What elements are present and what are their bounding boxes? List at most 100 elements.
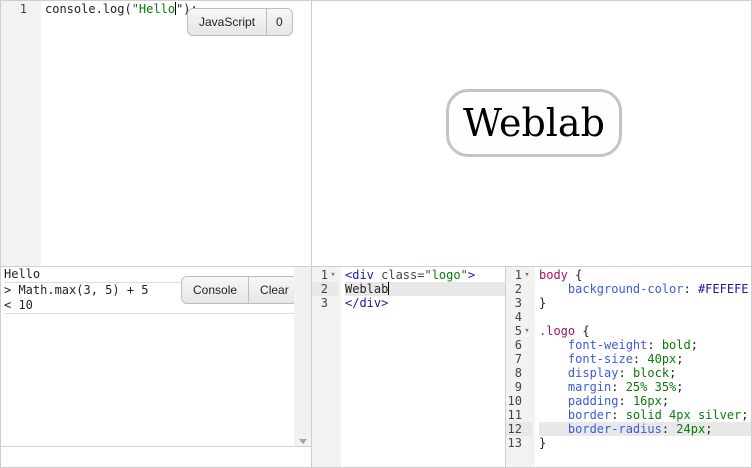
code-token: ;: [661, 394, 670, 408]
code-token: .logo: [539, 324, 576, 338]
code-token: solid 4px silver: [625, 408, 742, 422]
console-button[interactable]: Console: [182, 277, 250, 303]
code-token: 16px: [632, 394, 662, 408]
console-separator: [4, 313, 296, 314]
code-line[interactable]: <div class="logo">: [345, 268, 505, 282]
code-token: display: [539, 366, 619, 380]
code-token: console.log(: [45, 2, 132, 16]
console-toolbar: Console Clear: [181, 276, 301, 304]
code-token: border-radius: [539, 422, 662, 436]
fold-arrow-icon[interactable]: ▾: [522, 268, 532, 282]
scroll-down-icon[interactable]: [299, 439, 307, 444]
code-token: {: [567, 268, 583, 282]
run-count-button[interactable]: 0: [267, 9, 292, 35]
line-number: 13: [506, 436, 532, 450]
line-number: 5 ▾: [506, 324, 532, 338]
line-number: 3: [312, 296, 338, 310]
fold-arrow-icon[interactable]: ▾: [522, 324, 532, 338]
code-line[interactable]: }: [539, 436, 751, 450]
code-line[interactable]: Weblab: [345, 282, 505, 296]
code-token: ;: [676, 352, 684, 366]
code-token: #FEFEFE: [697, 282, 749, 296]
line-number: 10: [506, 394, 532, 408]
console-input[interactable]: [1, 446, 311, 467]
code-line[interactable]: font-weight: bold;: [539, 338, 751, 352]
line-number: 1 ▾: [506, 268, 532, 282]
code-token: body: [539, 268, 568, 282]
line-number: 12: [506, 422, 532, 436]
code-line[interactable]: border-radius: 24px;: [539, 422, 751, 436]
code-token: ;: [741, 408, 749, 422]
code-token: ;: [749, 282, 751, 296]
code-line[interactable]: console.log("Hello");: [45, 2, 198, 16]
code-token: background-color: [539, 282, 684, 296]
css-editor-pane[interactable]: 1 ▾ 2 3 4 5 ▾ 6 7 8 9 10 11 12 13 body { background-co…: [505, 266, 752, 468]
code-token: :: [683, 282, 698, 296]
code-line[interactable]: background-color: #FEFEFE;: [539, 282, 751, 296]
code-token: >: [467, 268, 476, 282]
code-token: font-weight: [539, 338, 648, 352]
js-code-area[interactable]: console.log("Hello");: [45, 2, 198, 16]
line-number: 9: [506, 380, 532, 394]
code-token: bold: [661, 338, 691, 352]
code-token: Weblab: [345, 282, 389, 296]
js-editor-pane[interactable]: 1 console.log("Hello"); JavaScript 0: [0, 0, 312, 267]
css-code-area[interactable]: body { background-color: #FEFEFE;} .logo …: [539, 268, 751, 450]
code-line[interactable]: margin: 25% 35%;: [539, 380, 751, 394]
code-line[interactable]: </div>: [345, 296, 505, 310]
code-token: :: [618, 394, 633, 408]
language-button[interactable]: JavaScript: [188, 9, 268, 35]
code-token: margin: [539, 380, 612, 394]
code-token: 24px: [676, 422, 706, 436]
code-line[interactable]: [539, 310, 751, 324]
line-number: 3: [506, 296, 532, 310]
fold-arrow-icon[interactable]: ▾: [328, 268, 338, 282]
js-line-gutter: 1: [1, 1, 41, 266]
text-cursor: [388, 282, 390, 295]
code-token: font-size: [539, 352, 633, 366]
preview-logo: Weblab: [446, 89, 622, 157]
code-token: :: [611, 408, 626, 422]
code-line[interactable]: padding: 16px;: [539, 394, 751, 408]
line-number: 2: [506, 282, 532, 296]
code-token: ;: [690, 338, 698, 352]
code-token: ;: [705, 422, 713, 436]
line-number: 7: [506, 352, 532, 366]
code-line[interactable]: .logo {: [539, 324, 751, 338]
code-token: "logo": [424, 268, 468, 282]
code-token: :: [661, 422, 677, 436]
html-code-area[interactable]: <div class="logo"> Weblab </div>: [345, 268, 505, 310]
html-editor-pane[interactable]: 1 ▾ 2 3 <div class="logo"> Weblab </div>: [311, 266, 506, 468]
code-token: {: [575, 324, 590, 338]
code-token: border: [539, 408, 612, 422]
code-token: :: [611, 380, 626, 394]
line-number: 1 ▾: [312, 268, 338, 282]
code-token: <div: [345, 268, 382, 282]
preview-pane: Weblab: [311, 0, 752, 267]
code-line[interactable]: display: block;: [539, 366, 751, 380]
code-token: class=: [381, 268, 425, 282]
code-line[interactable]: body {: [539, 268, 751, 282]
code-line[interactable]: }: [539, 296, 751, 310]
console-scrollbar[interactable]: [294, 267, 311, 448]
code-line[interactable]: border: solid 4px silver;: [539, 408, 751, 422]
line-number: 6: [506, 338, 532, 352]
code-token: }: [539, 436, 547, 450]
code-token: :: [632, 352, 648, 366]
code-token: 40px: [647, 352, 677, 366]
code-line[interactable]: font-size: 40px;: [539, 352, 751, 366]
clear-button[interactable]: Clear: [249, 277, 300, 303]
js-toolbar: JavaScript 0: [187, 8, 293, 36]
code-token: }: [539, 296, 547, 310]
console-pane[interactable]: Hello > Math.max(3, 5) + 5 < 10 Console Cl…: [0, 266, 312, 468]
